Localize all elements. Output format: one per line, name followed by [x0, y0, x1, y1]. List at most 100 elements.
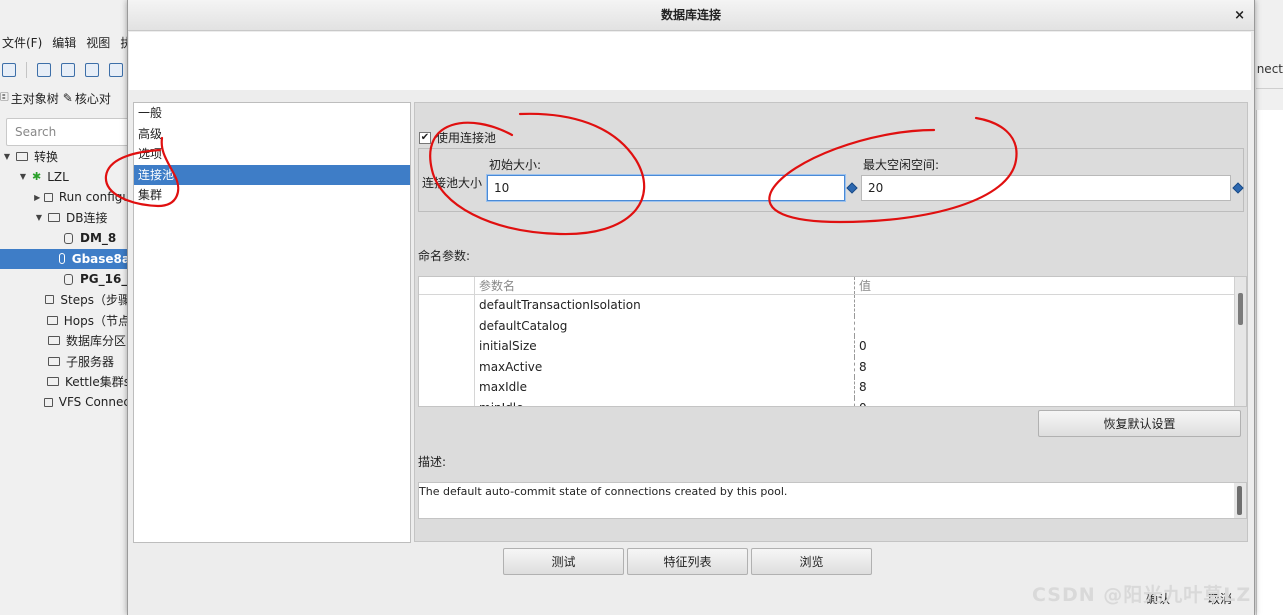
- collapsed-arrow-icon[interactable]: ▶: [34, 193, 40, 202]
- named-params-table: 参数名 值 defaultTransactionIsolation default…: [418, 276, 1247, 407]
- description-content: The default auto-commit state of connect…: [419, 485, 788, 498]
- tree-item-label: 数据库分区: [66, 334, 127, 349]
- table-row[interactable]: initialSize 0: [419, 336, 1246, 357]
- canvas-area: [1256, 110, 1283, 615]
- table-scrollbar[interactable]: [1234, 277, 1246, 406]
- dialog-title: 数据库连接: [660, 8, 721, 22]
- tree-item-label: PG_16_: [80, 272, 128, 287]
- menu-file[interactable]: 文件(F): [2, 34, 42, 51]
- folder-icon: [16, 151, 28, 161]
- named-params-label: 命名参数:: [418, 249, 471, 263]
- param-value-cell[interactable]: 0: [855, 398, 867, 407]
- tree-item-label: VFS Connec: [58, 395, 130, 410]
- transformation-icon: ✱: [32, 170, 42, 184]
- table-row[interactable]: defaultCatalog: [419, 315, 1246, 337]
- tree-item[interactable]: ▼ DB连接: [0, 208, 130, 229]
- connection-category-list: 一般 高级 选项 连接池 集群: [133, 102, 411, 543]
- max-idle-input[interactable]: 20: [861, 175, 1231, 201]
- table-row[interactable]: maxActive 8: [419, 356, 1246, 378]
- connect-label: nect: [1256, 62, 1283, 76]
- param-name-cell[interactable]: maxIdle: [475, 377, 855, 398]
- search-input[interactable]: Search: [6, 118, 130, 146]
- database-icon: [64, 232, 73, 244]
- explore-icon[interactable]: [61, 63, 75, 77]
- tree-item[interactable]: VFS Connec: [0, 392, 130, 413]
- pool-size-group: 连接池大小 初始大小: 最大空闲空间: 10 20: [418, 148, 1244, 212]
- variable-diamond-icon[interactable]: [846, 182, 858, 194]
- row-header-cell: [419, 356, 475, 377]
- folder-icon: [46, 315, 58, 325]
- param-name-cell[interactable]: defaultCatalog: [475, 315, 855, 336]
- tree-item[interactable]: Hops（节点: [0, 310, 130, 331]
- tree-item-label: Kettle集群s: [64, 375, 130, 390]
- tree-item[interactable]: Kettle集群s: [0, 372, 130, 393]
- expanded-arrow-icon[interactable]: ▼: [34, 213, 44, 222]
- tree-item-label: Gbase8a: [71, 251, 130, 266]
- pencil-icon: ✎: [62, 91, 73, 105]
- nav-item-options[interactable]: 选项: [134, 144, 410, 165]
- tree-item-label: Steps（步骤: [60, 293, 130, 308]
- description-text: The default auto-commit state of connect…: [418, 482, 1247, 519]
- scrollbar-thumb[interactable]: [1238, 293, 1243, 325]
- param-value-cell[interactable]: 8: [855, 377, 867, 398]
- column-header-name[interactable]: 参数名: [475, 277, 855, 294]
- variable-diamond-icon[interactable]: [1232, 182, 1244, 194]
- tree-item-label: 转换: [34, 149, 59, 164]
- expanded-arrow-icon[interactable]: ▼: [18, 172, 28, 181]
- tree-item[interactable]: ▼ 转换: [0, 146, 130, 167]
- toolbar-separator: [26, 62, 27, 78]
- table-row[interactable]: maxIdle 8: [419, 377, 1246, 398]
- pooling-panel: ✔ 使用连接池 连接池大小 初始大小: 最大空闲空间: 10 20 命名参数: …: [414, 102, 1248, 542]
- expanded-arrow-icon[interactable]: ▼: [2, 152, 12, 161]
- divider: [1256, 88, 1283, 89]
- save-icon[interactable]: [85, 63, 99, 77]
- tree-item[interactable]: 数据库分区: [0, 331, 130, 352]
- tab-main-tree[interactable]: 🗉 主对象树: [0, 88, 59, 109]
- param-value-cell[interactable]: [855, 316, 859, 337]
- description-scrollbar[interactable]: [1234, 483, 1246, 518]
- folder-icon: [48, 356, 60, 366]
- menu-view[interactable]: 视图: [86, 34, 110, 51]
- nav-item-general[interactable]: 一般: [134, 103, 410, 124]
- param-name-cell[interactable]: minIdle: [475, 397, 855, 406]
- nav-item-advanced[interactable]: 高级: [134, 124, 410, 145]
- close-icon[interactable]: ×: [1234, 0, 1245, 31]
- feature-list-button[interactable]: 特征列表: [627, 548, 748, 575]
- tab-core-objects[interactable]: ✎ 核心对: [63, 90, 111, 107]
- param-value-cell[interactable]: [855, 295, 859, 316]
- new-file-icon[interactable]: [2, 63, 16, 77]
- restore-defaults-button[interactable]: 恢复默认设置: [1038, 410, 1241, 437]
- param-value-cell[interactable]: 8: [855, 357, 867, 378]
- folder-icon: [48, 336, 60, 346]
- table-row[interactable]: defaultTransactionIsolation: [419, 295, 1246, 316]
- scrollbar-thumb[interactable]: [1237, 486, 1242, 515]
- table-body: defaultTransactionIsolation defaultCatalo…: [419, 295, 1246, 407]
- param-name-cell[interactable]: defaultTransactionIsolation: [475, 295, 855, 316]
- open-folder-icon[interactable]: [37, 63, 51, 77]
- tree-item[interactable]: ▼ ✱ LZL: [0, 167, 130, 188]
- description-label: 描述:: [418, 455, 447, 469]
- tree-item[interactable]: ▶ Run configu: [0, 187, 130, 208]
- test-button[interactable]: 测试: [503, 548, 624, 575]
- nav-item-cluster[interactable]: 集群: [134, 185, 410, 206]
- tree-item[interactable]: 子服务器: [0, 351, 130, 372]
- row-header-cell: [419, 315, 475, 336]
- column-header-value[interactable]: 值: [855, 277, 871, 294]
- tree-item[interactable]: Steps（步骤: [0, 290, 130, 311]
- initial-size-input[interactable]: 10: [487, 175, 845, 201]
- browse-button[interactable]: 浏览: [751, 548, 872, 575]
- tree-item-label: Hops（节点: [63, 313, 130, 328]
- tree-item-label: 子服务器: [66, 354, 115, 369]
- tree-item[interactable]: DM_8: [0, 228, 130, 249]
- param-value-cell[interactable]: 0: [855, 336, 867, 357]
- param-name-cell[interactable]: initialSize: [475, 336, 855, 357]
- menu-edit[interactable]: 编辑: [52, 34, 76, 51]
- tree-item[interactable]: PG_16_: [0, 269, 130, 290]
- table-row[interactable]: minIdle0: [419, 397, 1246, 407]
- row-header-cell: [419, 336, 475, 357]
- nav-item-pooling[interactable]: 连接池: [134, 164, 410, 185]
- tree-item[interactable]: Gbase8a: [0, 248, 130, 269]
- use-pool-checkbox[interactable]: ✔: [419, 131, 431, 144]
- param-name-cell[interactable]: maxActive: [475, 356, 855, 377]
- save-as-icon[interactable]: [109, 63, 123, 77]
